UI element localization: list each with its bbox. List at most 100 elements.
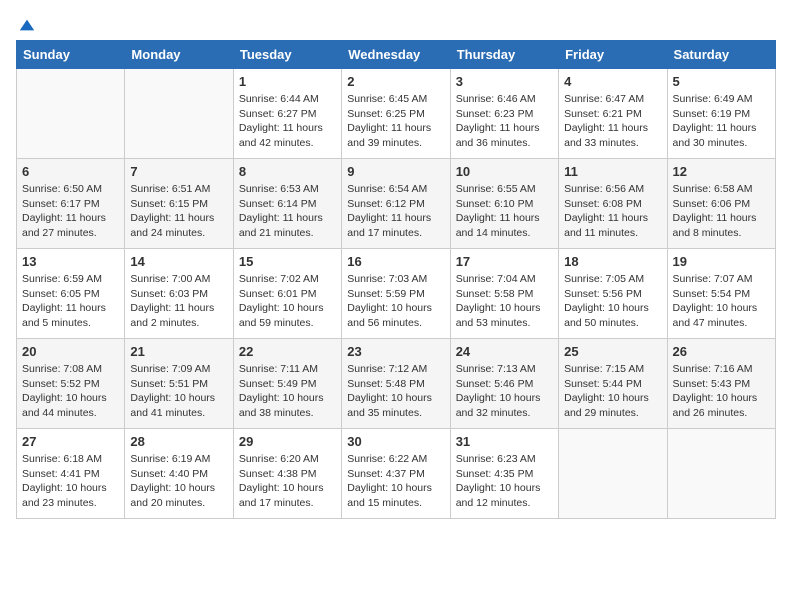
day-number: 26 xyxy=(673,344,770,359)
day-number: 24 xyxy=(456,344,553,359)
calendar-week-5: 27 Sunrise: 6:18 AM Sunset: 4:41 PM Dayli… xyxy=(17,429,776,519)
day-info: Sunrise: 7:13 AM Sunset: 5:46 PM Dayligh… xyxy=(456,362,553,421)
day-header-monday: Monday xyxy=(125,41,233,69)
day-number: 25 xyxy=(564,344,661,359)
day-info: Sunrise: 6:58 AM Sunset: 6:06 PM Dayligh… xyxy=(673,182,770,241)
day-number: 20 xyxy=(22,344,119,359)
day-number: 22 xyxy=(239,344,336,359)
calendar-cell: 31 Sunrise: 6:23 AM Sunset: 4:35 PM Dayli… xyxy=(450,429,558,519)
day-number: 19 xyxy=(673,254,770,269)
calendar-cell: 15 Sunrise: 7:02 AM Sunset: 6:01 PM Dayli… xyxy=(233,249,341,339)
day-info: Sunrise: 7:16 AM Sunset: 5:43 PM Dayligh… xyxy=(673,362,770,421)
calendar-cell: 29 Sunrise: 6:20 AM Sunset: 4:38 PM Dayli… xyxy=(233,429,341,519)
calendar-cell: 30Sunrise: 6:22 AM Sunset: 4:37 PM Dayli… xyxy=(342,429,450,519)
day-info: Sunrise: 6:56 AM Sunset: 6:08 PM Dayligh… xyxy=(564,182,661,241)
day-info: Sunrise: 7:09 AM Sunset: 5:51 PM Dayligh… xyxy=(130,362,227,421)
day-info: Sunrise: 7:00 AM Sunset: 6:03 PM Dayligh… xyxy=(130,272,227,331)
day-header-friday: Friday xyxy=(559,41,667,69)
day-info: Sunrise: 7:15 AM Sunset: 5:44 PM Dayligh… xyxy=(564,362,661,421)
day-header-tuesday: Tuesday xyxy=(233,41,341,69)
day-header-thursday: Thursday xyxy=(450,41,558,69)
day-info: Sunrise: 6:54 AM Sunset: 6:12 PM Dayligh… xyxy=(347,182,444,241)
calendar-cell: 24 Sunrise: 7:13 AM Sunset: 5:46 PM Dayli… xyxy=(450,339,558,429)
calendar-cell: 4 Sunrise: 6:47 AM Sunset: 6:21 PM Daylig… xyxy=(559,69,667,159)
calendar-cell xyxy=(667,429,775,519)
day-info: Sunrise: 6:23 AM Sunset: 4:35 PM Dayligh… xyxy=(456,452,553,511)
day-number: 2 xyxy=(347,74,444,89)
calendar-cell: 8 Sunrise: 6:53 AM Sunset: 6:14 PM Daylig… xyxy=(233,159,341,249)
calendar-cell: 23 Sunrise: 7:12 AM Sunset: 5:48 PM Dayli… xyxy=(342,339,450,429)
calendar-cell: 12 Sunrise: 6:58 AM Sunset: 6:06 PM Dayli… xyxy=(667,159,775,249)
calendar-cell: 9 Sunrise: 6:54 AM Sunset: 6:12 PM Daylig… xyxy=(342,159,450,249)
day-info: Sunrise: 6:49 AM Sunset: 6:19 PM Dayligh… xyxy=(673,92,770,151)
day-info: Sunrise: 7:11 AM Sunset: 5:49 PM Dayligh… xyxy=(239,362,336,421)
day-number: 23 xyxy=(347,344,444,359)
calendar-cell: 6Sunrise: 6:50 AM Sunset: 6:17 PM Daylig… xyxy=(17,159,125,249)
day-info: Sunrise: 7:02 AM Sunset: 6:01 PM Dayligh… xyxy=(239,272,336,331)
day-number: 18 xyxy=(564,254,661,269)
day-info: Sunrise: 6:59 AM Sunset: 6:05 PM Dayligh… xyxy=(22,272,119,331)
day-number: 12 xyxy=(673,164,770,179)
day-info: Sunrise: 6:44 AM Sunset: 6:27 PM Dayligh… xyxy=(239,92,336,151)
calendar-cell: 26 Sunrise: 7:16 AM Sunset: 5:43 PM Dayli… xyxy=(667,339,775,429)
calendar-cell: 14 Sunrise: 7:00 AM Sunset: 6:03 PM Dayli… xyxy=(125,249,233,339)
day-number: 11 xyxy=(564,164,661,179)
calendar-cell: 17 Sunrise: 7:04 AM Sunset: 5:58 PM Dayli… xyxy=(450,249,558,339)
calendar-cell: 22 Sunrise: 7:11 AM Sunset: 5:49 PM Dayli… xyxy=(233,339,341,429)
day-number: 13 xyxy=(22,254,119,269)
day-number: 21 xyxy=(130,344,227,359)
day-number: 16 xyxy=(347,254,444,269)
day-info: Sunrise: 6:51 AM Sunset: 6:15 PM Dayligh… xyxy=(130,182,227,241)
calendar-cell: 19 Sunrise: 7:07 AM Sunset: 5:54 PM Dayli… xyxy=(667,249,775,339)
calendar-cell: 27 Sunrise: 6:18 AM Sunset: 4:41 PM Dayli… xyxy=(17,429,125,519)
day-info: Sunrise: 6:50 AM Sunset: 6:17 PM Dayligh… xyxy=(22,182,119,241)
calendar-cell xyxy=(125,69,233,159)
day-info: Sunrise: 7:12 AM Sunset: 5:48 PM Dayligh… xyxy=(347,362,444,421)
day-number: 9 xyxy=(347,164,444,179)
logo-icon xyxy=(18,16,36,34)
calendar-cell: 3Sunrise: 6:46 AM Sunset: 6:23 PM Daylig… xyxy=(450,69,558,159)
day-number: 3 xyxy=(456,74,553,89)
calendar-header: SundayMondayTuesdayWednesdayThursdayFrid… xyxy=(17,41,776,69)
day-info: Sunrise: 6:53 AM Sunset: 6:14 PM Dayligh… xyxy=(239,182,336,241)
day-number: 17 xyxy=(456,254,553,269)
calendar-cell: 28Sunrise: 6:19 AM Sunset: 4:40 PM Dayli… xyxy=(125,429,233,519)
calendar-cell: 25 Sunrise: 7:15 AM Sunset: 5:44 PM Dayli… xyxy=(559,339,667,429)
day-info: Sunrise: 6:45 AM Sunset: 6:25 PM Dayligh… xyxy=(347,92,444,151)
calendar-cell: 16 Sunrise: 7:03 AM Sunset: 5:59 PM Dayli… xyxy=(342,249,450,339)
day-header-saturday: Saturday xyxy=(667,41,775,69)
day-info: Sunrise: 7:05 AM Sunset: 5:56 PM Dayligh… xyxy=(564,272,661,331)
day-info: Sunrise: 6:47 AM Sunset: 6:21 PM Dayligh… xyxy=(564,92,661,151)
day-info: Sunrise: 6:22 AM Sunset: 4:37 PM Dayligh… xyxy=(347,452,444,511)
day-info: Sunrise: 6:20 AM Sunset: 4:38 PM Dayligh… xyxy=(239,452,336,511)
day-number: 4 xyxy=(564,74,661,89)
calendar-cell xyxy=(17,69,125,159)
calendar-cell: 10Sunrise: 6:55 AM Sunset: 6:10 PM Dayli… xyxy=(450,159,558,249)
calendar-cell: 7 Sunrise: 6:51 AM Sunset: 6:15 PM Daylig… xyxy=(125,159,233,249)
day-number: 27 xyxy=(22,434,119,449)
day-number: 8 xyxy=(239,164,336,179)
day-number: 7 xyxy=(130,164,227,179)
day-info: Sunrise: 7:03 AM Sunset: 5:59 PM Dayligh… xyxy=(347,272,444,331)
day-number: 28 xyxy=(130,434,227,449)
day-info: Sunrise: 7:07 AM Sunset: 5:54 PM Dayligh… xyxy=(673,272,770,331)
day-number: 14 xyxy=(130,254,227,269)
day-number: 31 xyxy=(456,434,553,449)
day-number: 29 xyxy=(239,434,336,449)
logo xyxy=(16,16,36,30)
calendar-cell: 11 Sunrise: 6:56 AM Sunset: 6:08 PM Dayli… xyxy=(559,159,667,249)
calendar-cell: 21 Sunrise: 7:09 AM Sunset: 5:51 PM Dayli… xyxy=(125,339,233,429)
day-info: Sunrise: 6:18 AM Sunset: 4:41 PM Dayligh… xyxy=(22,452,119,511)
calendar-table: SundayMondayTuesdayWednesdayThursdayFrid… xyxy=(16,40,776,519)
day-info: Sunrise: 6:55 AM Sunset: 6:10 PM Dayligh… xyxy=(456,182,553,241)
day-number: 1 xyxy=(239,74,336,89)
calendar-week-1: 1 Sunrise: 6:44 AM Sunset: 6:27 PM Daylig… xyxy=(17,69,776,159)
calendar-cell: 20 Sunrise: 7:08 AM Sunset: 5:52 PM Dayli… xyxy=(17,339,125,429)
day-info: Sunrise: 7:08 AM Sunset: 5:52 PM Dayligh… xyxy=(22,362,119,421)
day-info: Sunrise: 7:04 AM Sunset: 5:58 PM Dayligh… xyxy=(456,272,553,331)
page-header xyxy=(16,16,776,30)
calendar-week-2: 6Sunrise: 6:50 AM Sunset: 6:17 PM Daylig… xyxy=(17,159,776,249)
calendar-cell: 18 Sunrise: 7:05 AM Sunset: 5:56 PM Dayli… xyxy=(559,249,667,339)
calendar-cell: 5Sunrise: 6:49 AM Sunset: 6:19 PM Daylig… xyxy=(667,69,775,159)
day-number: 15 xyxy=(239,254,336,269)
